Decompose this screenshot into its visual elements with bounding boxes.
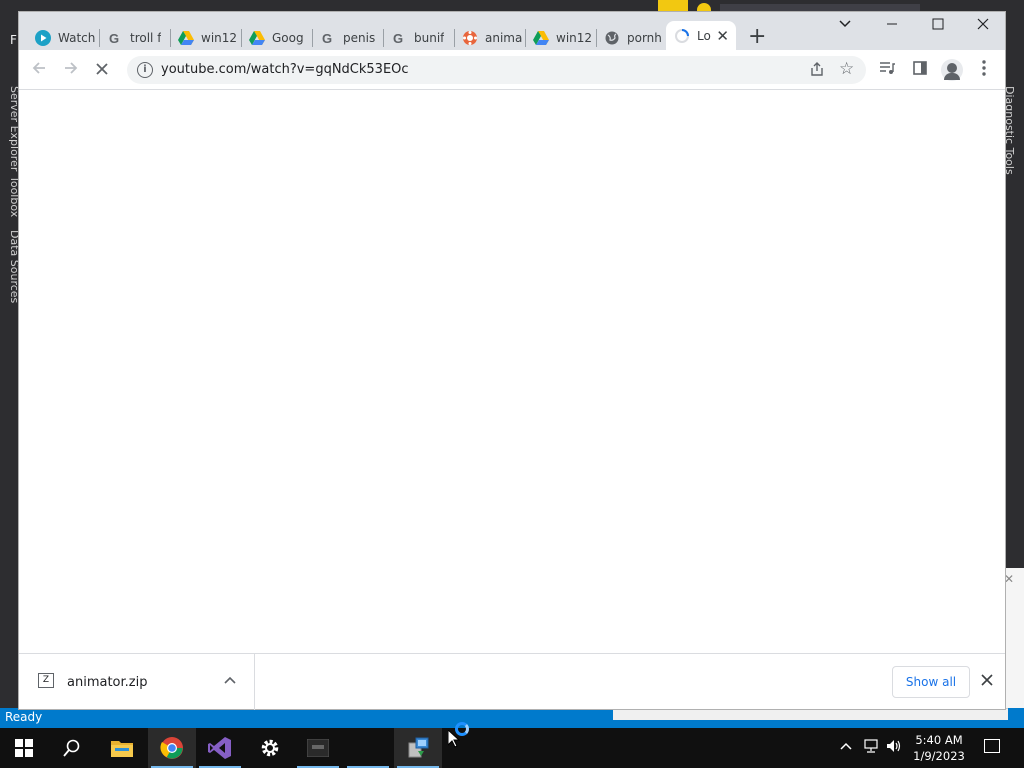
stop-loading-button[interactable] (95, 61, 109, 80)
close-download-bar-icon[interactable] (981, 670, 993, 691)
google-icon: G (391, 30, 407, 46)
vs-feedback-icon[interactable] (697, 3, 711, 11)
loading-icon (674, 28, 690, 44)
browser-toolbar: i youtube.com/watch?v=gqNdCk53EOc ☆ (19, 50, 1005, 90)
svg-text:G: G (393, 31, 403, 45)
play-icon (35, 29, 51, 46)
tab-animator[interactable]: anima (454, 25, 525, 50)
tab-watch[interactable]: Watch (27, 25, 99, 50)
forward-button[interactable] (63, 60, 79, 81)
volume-icon[interactable] (886, 739, 902, 757)
tab-label: troll f (130, 30, 162, 45)
back-button[interactable] (31, 60, 47, 81)
tab-label: bunif (414, 30, 445, 45)
profile-avatar[interactable] (941, 59, 963, 81)
gear-icon (261, 739, 279, 757)
settings-button[interactable] (246, 728, 294, 768)
tab-label: win12 (556, 30, 593, 45)
tab-bunif[interactable]: G bunif (383, 25, 454, 50)
tab-label: pornh (627, 30, 662, 45)
folder-icon (111, 741, 133, 757)
download-filename[interactable]: animator.zip (67, 675, 147, 690)
visual-studio-icon (208, 737, 231, 759)
tab-search-chevron-icon[interactable] (839, 16, 851, 32)
tab-strip: Watch G troll f win12 Goog G penis G bun… (19, 12, 1005, 50)
terminal-icon (307, 739, 329, 757)
chrome-window: Watch G troll f win12 Goog G penis G bun… (18, 11, 1006, 710)
tab-label: Lo (697, 28, 711, 43)
search-icon (63, 739, 80, 757)
tab-troll[interactable]: G troll f (99, 25, 170, 50)
tab-label: Goog (272, 30, 304, 45)
svg-text:G: G (322, 31, 332, 45)
chevron-up-icon[interactable] (224, 673, 236, 687)
globe-icon (604, 30, 620, 46)
address-bar[interactable]: i youtube.com/watch?v=gqNdCk53EOc ☆ (127, 56, 866, 84)
drive-icon (249, 30, 265, 46)
side-panel-icon[interactable] (913, 60, 927, 79)
vs-menu-file[interactable]: F (10, 33, 17, 47)
tab-win12-2[interactable]: win12 (525, 25, 596, 50)
show-all-button[interactable]: Show all (892, 666, 970, 698)
tab-site-9[interactable]: pornh (596, 25, 664, 50)
action-center-icon[interactable] (984, 739, 1000, 753)
network-icon[interactable] (863, 739, 879, 757)
tab-label: Watch (58, 30, 96, 45)
app-installer-taskbar-button[interactable] (394, 728, 442, 768)
chrome-icon (160, 737, 183, 759)
show-hidden-icons-chevron-icon[interactable] (840, 739, 852, 754)
download-item[interactable]: Z animator.zip (19, 654, 255, 710)
google-icon: G (107, 30, 123, 46)
media-queue-icon[interactable] (879, 60, 895, 79)
taskbar-clock[interactable]: 5:40 AM 1/9/2023 (906, 732, 972, 764)
share-icon[interactable] (809, 61, 825, 81)
taskbar: 5:40 AM 1/9/2023 (0, 728, 1024, 768)
search-button[interactable] (48, 728, 96, 768)
download-bar: Z animator.zip Show all (19, 653, 1005, 710)
gear-flower-icon (462, 30, 478, 46)
svg-text:G: G (109, 31, 119, 45)
tab-google-drive[interactable]: Goog (241, 25, 312, 50)
drive-icon (533, 30, 549, 46)
vs-notification-flag[interactable] (658, 0, 688, 11)
tab-label: penis (343, 30, 376, 45)
tab-win12[interactable]: win12 (170, 25, 241, 50)
close-window-icon[interactable] (977, 18, 989, 34)
maximize-icon[interactable] (932, 18, 944, 34)
minimize-icon[interactable] (886, 18, 898, 34)
chrome-taskbar-button[interactable] (148, 728, 196, 768)
bookmark-star-icon[interactable]: ☆ (839, 59, 854, 79)
clock-time: 5:40 AM (915, 733, 963, 747)
page-content (19, 91, 1005, 653)
vs-status-text: Ready (5, 710, 43, 724)
url-text[interactable]: youtube.com/watch?v=gqNdCk53EOc (161, 62, 409, 77)
site-info-icon[interactable]: i (137, 62, 153, 78)
clock-date: 1/9/2023 (913, 749, 965, 763)
visual-studio-taskbar-button[interactable] (196, 728, 244, 768)
vs-right-panel (1006, 568, 1024, 718)
blank-taskbar-button[interactable] (344, 728, 392, 768)
tab-loading-active[interactable]: Lo ✕ (666, 21, 736, 50)
start-button[interactable] (0, 728, 48, 768)
tab-label: win12 (201, 30, 238, 45)
tab-label: anima (485, 30, 523, 45)
file-explorer-button[interactable] (98, 728, 146, 768)
close-tab-icon[interactable]: ✕ (716, 27, 729, 45)
new-tab-button[interactable]: + (748, 24, 766, 49)
terminal-taskbar-button[interactable] (294, 728, 342, 768)
installer-icon (408, 737, 429, 758)
drive-icon (178, 30, 194, 46)
vs-search-box[interactable] (720, 4, 920, 11)
windows-icon (15, 739, 33, 757)
more-menu-icon[interactable] (982, 60, 986, 80)
tab-search-4[interactable]: G penis (312, 25, 383, 50)
busy-spinner-icon (455, 722, 469, 736)
zip-file-icon: Z (38, 673, 54, 688)
google-icon: G (320, 30, 336, 46)
